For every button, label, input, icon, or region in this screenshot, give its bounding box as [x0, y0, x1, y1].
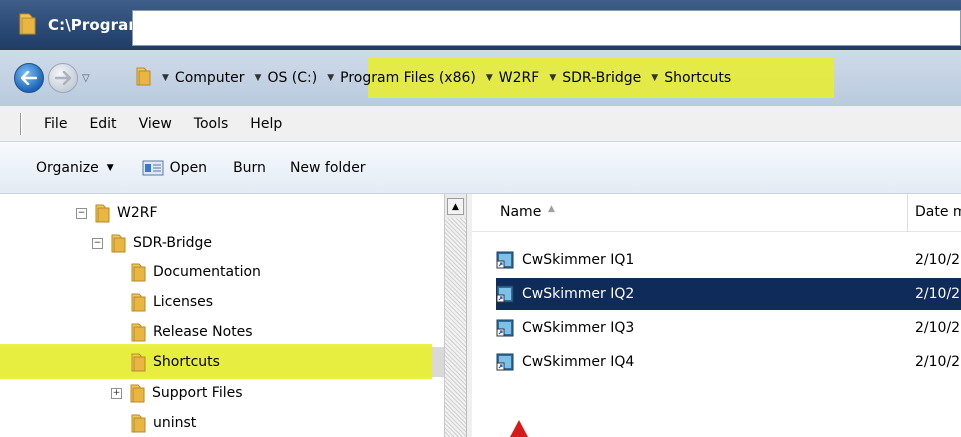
open-icon: [142, 160, 164, 175]
breadcrumb-sdr-bridge[interactable]: ▼ SDR-Bridge: [549, 70, 641, 86]
organize-button[interactable]: Organize ▼: [36, 160, 114, 176]
breadcrumb-shortcuts[interactable]: ▼ Shortcuts: [651, 70, 731, 86]
address-box[interactable]: [132, 10, 961, 46]
file-row[interactable]: CwSkimmer IQ1 2/10/2: [496, 244, 961, 276]
breadcrumb-os-c[interactable]: ▼ OS (C:): [255, 70, 318, 86]
column-name[interactable]: Name: [500, 204, 541, 220]
shortcut-icon: [496, 285, 514, 303]
file-row-selected[interactable]: CwSkimmer IQ2 2/10/2: [496, 278, 961, 310]
folder-icon: [131, 414, 146, 433]
tree-item-uninst[interactable]: uninst: [0, 408, 444, 437]
burn-button[interactable]: Burn: [233, 160, 266, 176]
breadcrumb-computer[interactable]: ▼ Computer: [162, 70, 245, 86]
tree-label: Support Files: [152, 385, 243, 401]
menu-view[interactable]: View: [139, 116, 172, 132]
breadcrumb-program-files[interactable]: ▼ Program Files (x86): [327, 70, 476, 86]
tree-item-sdr-bridge[interactable]: − SDR-Bridge: [0, 228, 444, 258]
menu-help[interactable]: Help: [250, 116, 282, 132]
scroll-track[interactable]: [445, 218, 467, 437]
tree-item-licenses[interactable]: Licenses: [0, 287, 444, 317]
tree-label: Shortcuts: [153, 354, 220, 370]
chevron-down-icon: ▼: [106, 162, 114, 173]
shortcut-icon: [496, 319, 514, 337]
tree-label: Documentation: [153, 264, 261, 280]
file-date: 2/10/2: [915, 286, 961, 302]
column-header: Name ▲ Date m: [472, 194, 961, 232]
tree-label: SDR-Bridge: [133, 235, 213, 251]
tree-label: Release Notes: [153, 324, 253, 340]
tree-item-w2rf[interactable]: − W2RF: [0, 198, 444, 228]
folder-icon: [131, 323, 146, 342]
red-arrow-marker: [510, 420, 528, 437]
tree-label: Licenses: [153, 294, 214, 310]
nav-scrollbar[interactable]: ▲: [444, 194, 467, 437]
sort-up-icon: ▲: [548, 204, 555, 214]
tree-label: W2RF: [117, 205, 158, 221]
shortcut-icon: [496, 251, 514, 269]
folder-icon: [111, 234, 126, 253]
scroll-up-icon[interactable]: ▲: [447, 198, 464, 215]
new-folder-button[interactable]: New folder: [290, 160, 366, 176]
breadcrumb-w2rf[interactable]: ▼ W2RF: [486, 70, 539, 86]
breadcrumb: ▼ Computer ▼ OS (C:) ▼ Program Files (x86) …: [132, 60, 741, 96]
file-date: 2/10/2: [915, 320, 961, 336]
open-button[interactable]: Open: [142, 160, 207, 176]
tree-item-support-files[interactable]: + Support Files: [0, 378, 444, 408]
forward-arrow-icon: [55, 71, 71, 85]
menu-tools[interactable]: Tools: [194, 116, 229, 132]
folder-icon: [131, 353, 146, 372]
navigation-pane[interactable]: − W2RF − SDR-Bridge Documentation Licens…: [0, 194, 444, 437]
menu-bar: File Edit View Tools Help: [0, 106, 961, 142]
organize-label: Organize: [36, 159, 99, 176]
open-label: Open: [169, 159, 208, 176]
folder-icon: [130, 384, 145, 403]
forward-button[interactable]: [48, 63, 78, 93]
menu-edit[interactable]: Edit: [89, 116, 116, 132]
back-button[interactable]: [14, 63, 44, 93]
column-date[interactable]: Date m: [915, 204, 961, 220]
collapse-icon[interactable]: −: [92, 237, 103, 249]
file-name: CwSkimmer IQ2: [522, 286, 635, 302]
folder-icon: [18, 11, 38, 39]
file-list-pane[interactable]: Name ▲ Date m CwSkimmer IQ1 2/10/2 CwSki…: [472, 194, 961, 437]
menu-file[interactable]: File: [44, 116, 67, 132]
command-bar: Organize ▼ Open Burn New folder: [0, 142, 961, 194]
file-date: 2/10/2: [915, 252, 961, 268]
folder-icon: [131, 293, 146, 312]
tree-label: uninst: [153, 415, 197, 431]
column-divider[interactable]: [907, 194, 908, 232]
tree-item-shortcuts[interactable]: Shortcuts: [0, 347, 444, 377]
tree-item-release-notes[interactable]: Release Notes: [0, 317, 444, 347]
file-row[interactable]: CwSkimmer IQ3 2/10/2: [496, 312, 961, 344]
file-row[interactable]: CwSkimmer IQ4 2/10/2: [496, 346, 961, 378]
file-name: CwSkimmer IQ3: [522, 320, 635, 336]
tree-item-documentation[interactable]: Documentation: [0, 257, 444, 287]
folder-icon: [131, 263, 146, 282]
expand-icon[interactable]: +: [111, 387, 122, 399]
menu-grip: [20, 112, 22, 135]
file-name: CwSkimmer IQ4: [522, 354, 635, 370]
file-date: 2/10/2: [915, 354, 961, 370]
folder-icon: [95, 204, 110, 223]
folder-icon: [136, 66, 152, 90]
shortcut-icon: [496, 353, 514, 371]
history-dropdown[interactable]: ▽: [82, 73, 90, 84]
file-name: CwSkimmer IQ1: [522, 252, 635, 268]
back-arrow-icon: [21, 71, 37, 85]
collapse-icon[interactable]: −: [76, 207, 87, 219]
